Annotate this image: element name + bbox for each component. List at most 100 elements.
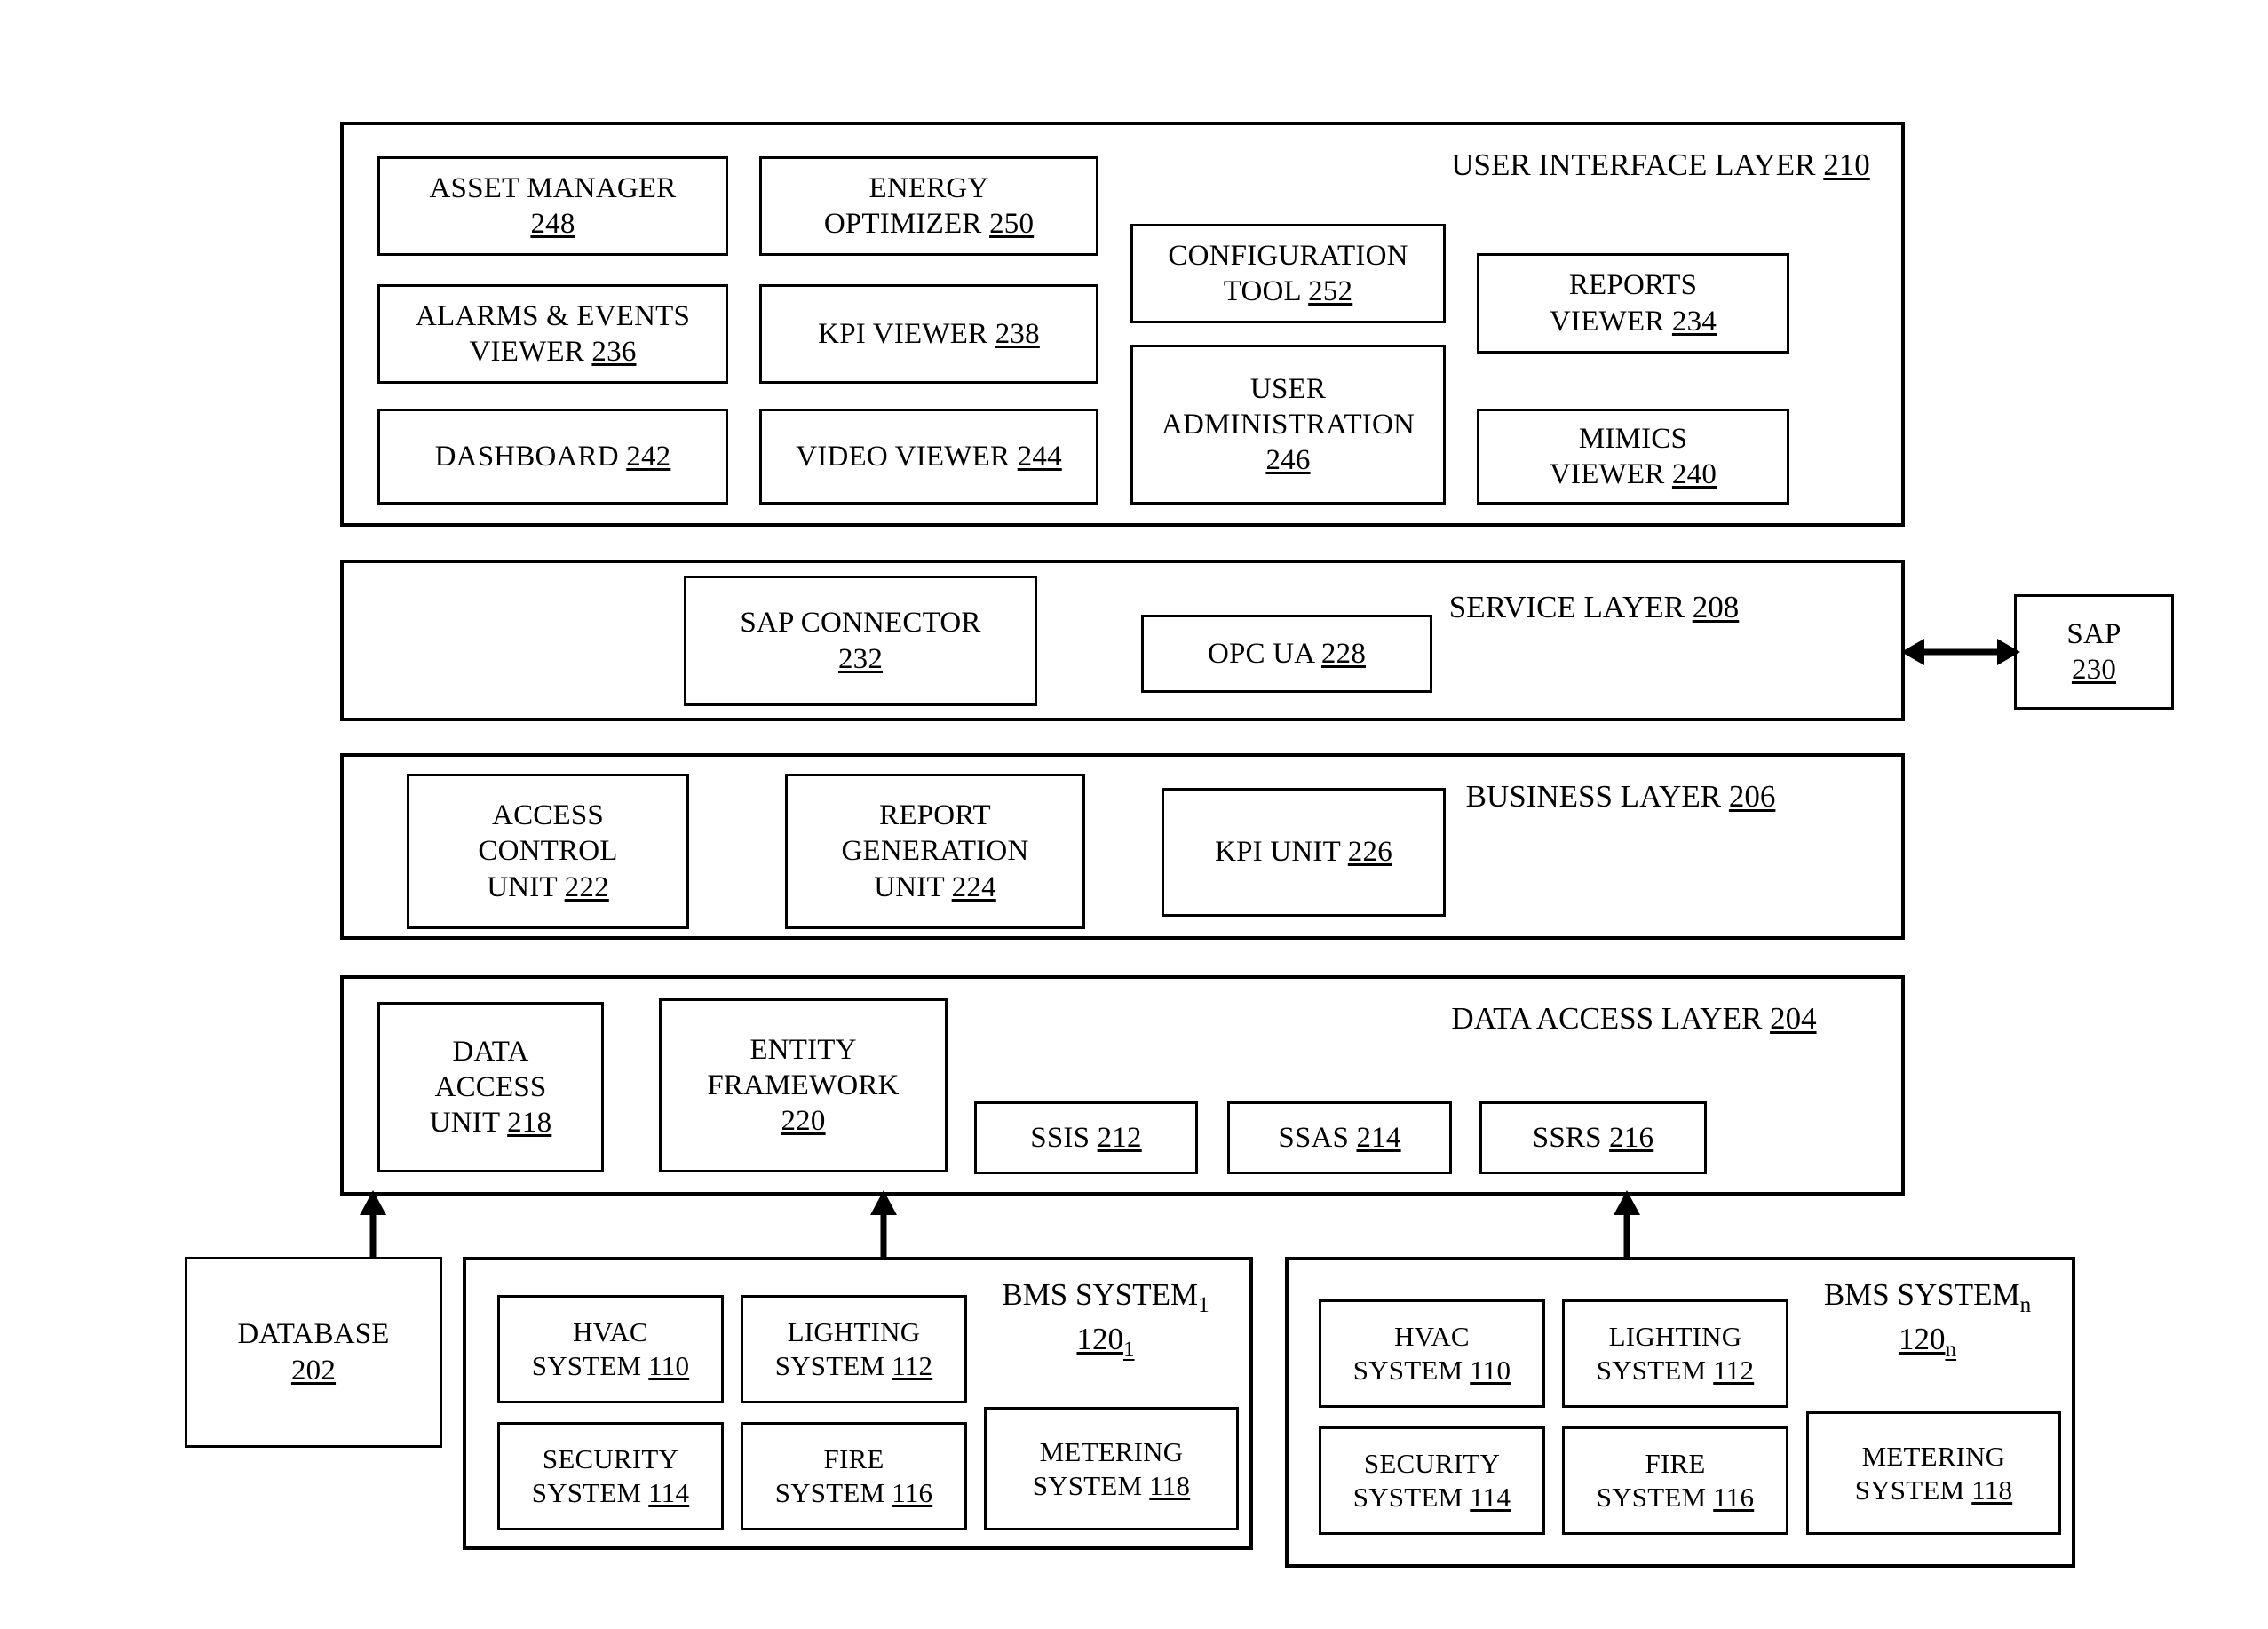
kpi-viewer-ref: 238 xyxy=(995,317,1040,350)
data-access-unit-block[interactable]: DATA ACCESS UNIT 218 xyxy=(377,1002,604,1172)
lighting-ref: 112 xyxy=(1713,1355,1755,1386)
asset-manager-ref: 248 xyxy=(530,208,575,240)
entity-framework-label-2: FRAMEWORK xyxy=(707,1069,900,1101)
video-viewer-label: VIDEO VIEWER xyxy=(796,440,1011,473)
layer-ref: 206 xyxy=(1728,779,1776,814)
metering-label-1: METERING xyxy=(1861,1440,2006,1472)
bms-system-1-title-subscript: 1 xyxy=(1198,1293,1209,1317)
hvac-label-2: SYSTEM xyxy=(531,1350,642,1381)
kpi-unit-block[interactable]: KPI UNIT 226 xyxy=(1162,788,1446,917)
access-control-unit-label-3: UNIT xyxy=(487,870,558,903)
bms-system-n-ref-subscript: n xyxy=(1945,1338,1957,1362)
metering-label-1: METERING xyxy=(1039,1435,1184,1467)
configuration-tool-label-2: TOOL xyxy=(1223,275,1301,307)
bms-system-n-title-text: BMS SYSTEM xyxy=(1823,1277,2020,1312)
ssas-block[interactable]: SSAS 214 xyxy=(1227,1101,1452,1174)
hvac-label-1: HVAC xyxy=(573,1316,648,1348)
kpi-unit-label: KPI UNIT xyxy=(1215,836,1341,869)
security-label-2: SYSTEM xyxy=(1352,1482,1463,1513)
alarms-events-viewer-label-1: ALARMS & EVENTS xyxy=(415,299,691,332)
configuration-tool-block[interactable]: CONFIGURATION TOOL 252 xyxy=(1130,224,1446,323)
bms1-security-system-block[interactable]: SECURITY SYSTEM 114 xyxy=(497,1422,724,1530)
metering-ref: 118 xyxy=(1971,1474,2013,1506)
opc-ua-label: OPC UA xyxy=(1207,637,1314,670)
database-block[interactable]: DATABASE 202 xyxy=(185,1257,442,1448)
hvac-label-2: SYSTEM xyxy=(1352,1355,1463,1386)
hvac-ref: 110 xyxy=(648,1350,690,1381)
service-layer-to-sap-arrow xyxy=(1901,624,2020,680)
security-ref: 114 xyxy=(1470,1482,1511,1513)
diagram-canvas: USER INTERFACE LAYER 210 ASSET MANAGER 2… xyxy=(0,0,2268,1629)
user-administration-label-1: USER xyxy=(1249,372,1327,405)
ssas-ref: 214 xyxy=(1356,1121,1401,1154)
sap-external-block[interactable]: SAP 230 xyxy=(2014,594,2174,710)
hvac-label-1: HVAC xyxy=(1394,1321,1470,1353)
ssrs-block[interactable]: SSRS 216 xyxy=(1479,1101,1707,1174)
user-administration-ref: 246 xyxy=(1265,444,1311,477)
fire-ref: 116 xyxy=(892,1477,933,1508)
security-label-1: SECURITY xyxy=(542,1443,679,1475)
layer-ref: 210 xyxy=(1823,147,1870,182)
bms1-lighting-system-block[interactable]: LIGHTING SYSTEM 112 xyxy=(741,1295,967,1403)
sap-connector-block[interactable]: SAP CONNECTOR 232 xyxy=(684,576,1037,706)
access-control-unit-label-1: ACCESS xyxy=(492,799,604,832)
kpi-viewer-block[interactable]: KPI VIEWER 238 xyxy=(759,284,1098,384)
energy-optimizer-block[interactable]: ENERGY OPTIMIZER 250 xyxy=(759,156,1098,256)
bmsn-hvac-system-block[interactable]: HVAC SYSTEM 110 xyxy=(1319,1299,1545,1408)
layer-title-text: SERVICE LAYER xyxy=(1448,590,1685,624)
bms-system-1-title-text: BMS SYSTEM xyxy=(1002,1277,1199,1312)
bms-system-1-title: BMS SYSTEM1 1201 xyxy=(977,1277,1234,1363)
report-generation-unit-label-3: UNIT xyxy=(874,870,945,903)
fire-label-1: FIRE xyxy=(823,1443,884,1475)
data-access-unit-label-1: DATA xyxy=(452,1035,529,1068)
alarms-events-viewer-ref: 236 xyxy=(591,336,637,368)
lighting-label-2: SYSTEM xyxy=(1596,1355,1707,1386)
dashboard-ref: 242 xyxy=(626,440,671,473)
ssrs-label: SSRS xyxy=(1532,1121,1602,1154)
bmsn-lighting-system-block[interactable]: LIGHTING SYSTEM 112 xyxy=(1562,1299,1788,1408)
opc-ua-block[interactable]: OPC UA 228 xyxy=(1141,615,1432,693)
access-control-unit-block[interactable]: ACCESS CONTROL UNIT 222 xyxy=(407,774,689,929)
kpi-unit-ref: 226 xyxy=(1347,836,1392,869)
user-administration-label-2: ADMINISTRATION xyxy=(1161,408,1416,441)
user-administration-block[interactable]: USER ADMINISTRATION 246 xyxy=(1130,345,1446,505)
video-viewer-block[interactable]: VIDEO VIEWER 244 xyxy=(759,409,1098,505)
bms-system-n-title-subscript: n xyxy=(2019,1293,2032,1317)
sap-connector-label: SAP CONNECTOR xyxy=(740,607,981,640)
layer-ref: 208 xyxy=(1692,590,1740,624)
service-layer-title: SERVICE LAYER 208 xyxy=(1385,590,1803,625)
report-generation-unit-label-1: REPORT xyxy=(879,799,991,832)
energy-optimizer-label-1: ENERGY xyxy=(868,171,989,204)
fire-label-1: FIRE xyxy=(1645,1448,1706,1480)
bms1-fire-system-block[interactable]: FIRE SYSTEM 116 xyxy=(741,1422,967,1530)
bmsn-security-system-block[interactable]: SECURITY SYSTEM 114 xyxy=(1319,1426,1545,1535)
bms1-metering-system-block[interactable]: METERING SYSTEM 118 xyxy=(984,1407,1239,1530)
service-layer xyxy=(340,560,1905,721)
bms-system-1-ref: 120 xyxy=(1076,1322,1123,1356)
lighting-label-2: SYSTEM xyxy=(774,1350,885,1381)
mimics-viewer-block[interactable]: MIMICS VIEWER 240 xyxy=(1477,409,1789,505)
bmsn-metering-system-block[interactable]: METERING SYSTEM 118 xyxy=(1806,1411,2061,1535)
alarms-events-viewer-block[interactable]: ALARMS & EVENTS VIEWER 236 xyxy=(377,284,728,384)
access-control-unit-label-2: CONTROL xyxy=(478,835,618,868)
metering-label-2: SYSTEM xyxy=(1854,1474,1965,1506)
entity-framework-block[interactable]: ENTITY FRAMEWORK 220 xyxy=(659,998,948,1172)
hvac-ref: 110 xyxy=(1470,1355,1511,1386)
fire-ref: 116 xyxy=(1713,1482,1755,1513)
business-layer-title: BUSINESS LAYER 206 xyxy=(1399,779,1843,814)
data-access-unit-label-2: ACCESS xyxy=(434,1070,547,1103)
bmsn-fire-system-block[interactable]: FIRE SYSTEM 116 xyxy=(1562,1426,1788,1535)
configuration-tool-label-1: CONFIGURATION xyxy=(1168,239,1408,272)
energy-optimizer-ref: 250 xyxy=(989,208,1035,240)
report-generation-unit-block[interactable]: REPORT GENERATION UNIT 224 xyxy=(785,774,1085,929)
ssis-block[interactable]: SSIS 212 xyxy=(974,1101,1198,1174)
entity-framework-ref: 220 xyxy=(781,1105,826,1138)
configuration-tool-ref: 252 xyxy=(1308,275,1353,307)
bms-system-n-ref: 120 xyxy=(1898,1322,1946,1356)
bms1-hvac-system-block[interactable]: HVAC SYSTEM 110 xyxy=(497,1295,724,1403)
dashboard-block[interactable]: DASHBOARD 242 xyxy=(377,409,728,505)
security-label-2: SYSTEM xyxy=(531,1477,642,1508)
sap-label: SAP xyxy=(2066,617,2121,650)
reports-viewer-block[interactable]: REPORTS VIEWER 234 xyxy=(1477,253,1789,354)
asset-manager-block[interactable]: ASSET MANAGER 248 xyxy=(377,156,728,256)
